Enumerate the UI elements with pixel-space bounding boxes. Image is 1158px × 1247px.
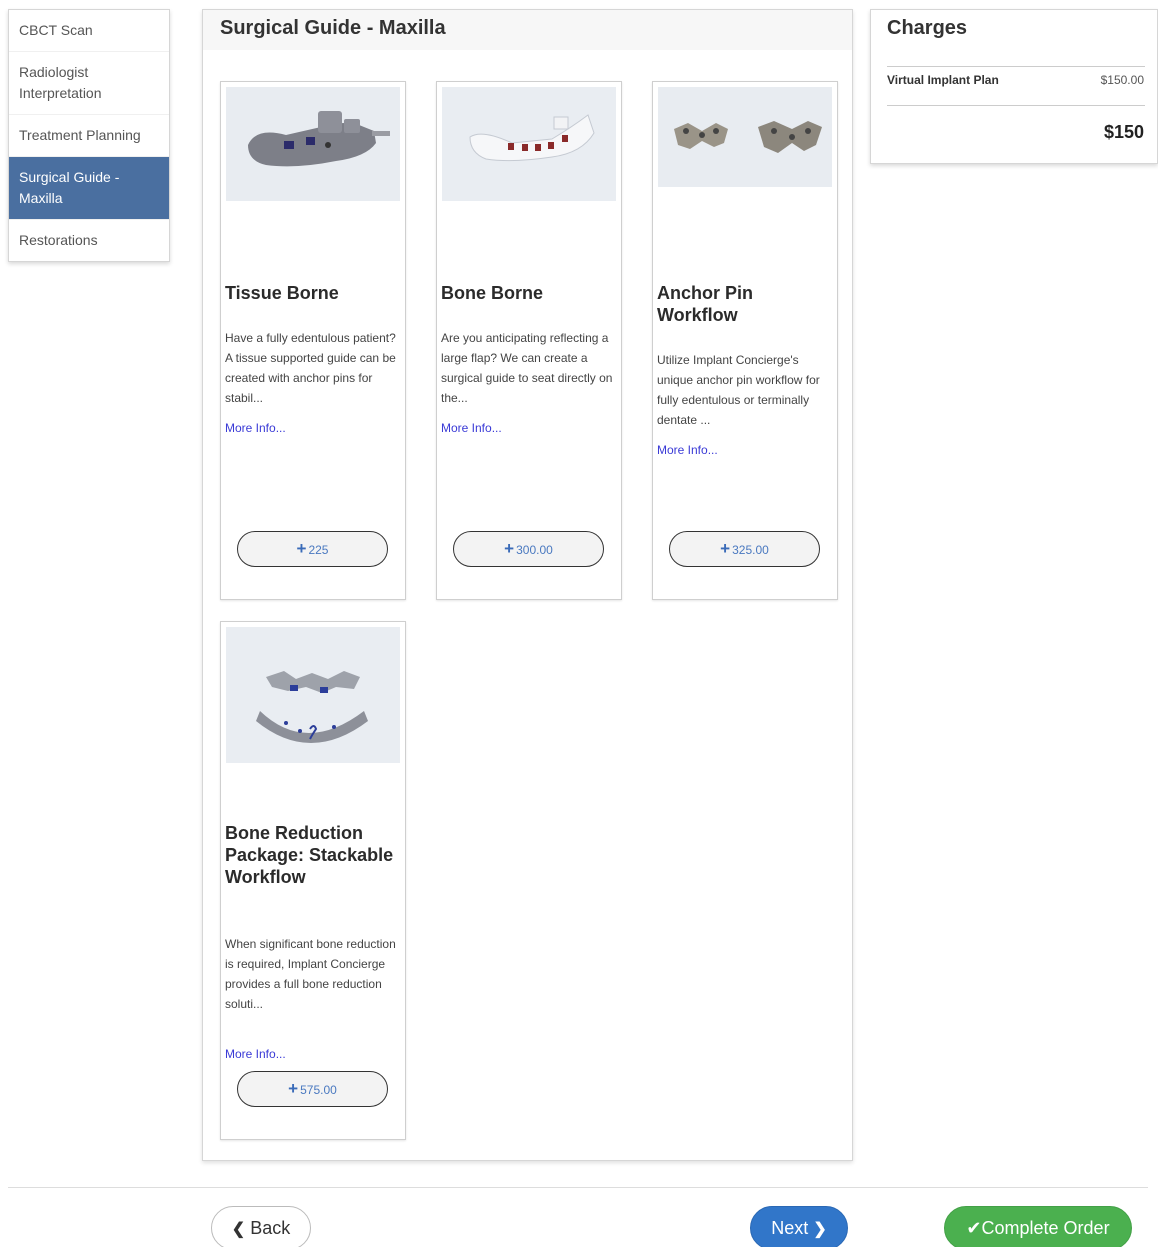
bone-reduction-guide-image: [226, 627, 400, 763]
divider: [887, 66, 1145, 67]
card-title: Bone Reduction Package: Stackable Workfl…: [225, 823, 394, 887]
tissue-borne-guide-image: [226, 87, 400, 201]
next-button[interactable]: Next ❯: [750, 1206, 848, 1247]
charges-panel: Charges Virtual Implant Plan $150.00 $15…: [870, 9, 1158, 164]
sidebar-item-surgical-guide-maxilla[interactable]: Surgical Guide - Maxilla: [9, 157, 169, 220]
add-tissue-borne-button[interactable]: +225: [237, 531, 388, 567]
price-label: 300.00: [516, 543, 553, 557]
card-title: Anchor Pin Workflow: [657, 283, 754, 325]
add-bone-reduction-package-button[interactable]: +575.00: [237, 1071, 388, 1107]
more-info-link[interactable]: More Info...: [225, 421, 286, 435]
price-label: 325.00: [732, 543, 769, 557]
plus-icon: +: [720, 539, 731, 558]
card-title: Bone Borne: [441, 283, 544, 303]
divider: [887, 105, 1145, 106]
sidebar-item-cbct-scan[interactable]: CBCT Scan: [9, 10, 169, 52]
product-card-tissue-borne: Tissue Borne Have a fully edentulous pat…: [220, 81, 406, 600]
plus-icon: +: [296, 539, 307, 558]
charge-item-amount: $150.00: [1100, 73, 1144, 87]
more-info-link[interactable]: More Info...: [225, 1047, 286, 1061]
chevron-right-icon: ❯: [813, 1221, 827, 1238]
sidebar-item-treatment-planning[interactable]: Treatment Planning: [9, 115, 169, 157]
price-label: 575.00: [300, 1083, 337, 1097]
card-description: Have a fully edentulous patient? A tissu…: [225, 331, 396, 405]
more-info-link[interactable]: More Info...: [657, 443, 718, 457]
sidebar-item-restorations[interactable]: Restorations: [9, 220, 169, 261]
next-label: Next: [771, 1218, 809, 1238]
check-icon: ✔: [966, 1218, 982, 1238]
plus-icon: +: [288, 1079, 299, 1098]
product-card-bone-reduction-package: Bone Reduction Package: Stackable Workfl…: [220, 621, 406, 1140]
add-bone-borne-button[interactable]: +300.00: [453, 531, 604, 567]
charges-total: $150: [1103, 122, 1144, 142]
card-description: Utilize Implant Concierge's unique ancho…: [657, 353, 820, 427]
product-card-bone-borne: Bone Borne Are you anticipating reflecti…: [436, 81, 622, 600]
add-anchor-pin-workflow-button[interactable]: +325.00: [669, 531, 820, 567]
chevron-left-icon: ❮: [231, 1221, 246, 1238]
anchor-pin-guide-image: [658, 87, 832, 187]
product-panel: Surgical Guide - Maxilla Tissue Borne Ha…: [202, 9, 853, 1161]
footer-divider: [8, 1187, 1148, 1188]
plus-icon: +: [504, 539, 515, 558]
card-title: Tissue Borne: [225, 283, 339, 303]
sidebar-item-radiologist-interpretation[interactable]: Radiologist Interpretation: [9, 52, 169, 115]
step-sidebar: CBCT Scan Radiologist Interpretation Tre…: [8, 9, 170, 262]
card-description: When significant bone reduction is requi…: [225, 937, 396, 1011]
charges-title: Charges: [887, 17, 968, 39]
bone-borne-guide-image: [442, 87, 616, 201]
back-button[interactable]: ❮ Back: [211, 1206, 311, 1247]
complete-order-label: Complete Order: [981, 1218, 1110, 1238]
more-info-link[interactable]: More Info...: [441, 421, 502, 435]
price-label: 225: [308, 543, 329, 557]
product-card-anchor-pin-workflow: Anchor Pin Workflow Utilize Implant Conc…: [652, 81, 838, 600]
card-description: Are you anticipating reflecting a large …: [441, 331, 613, 405]
charge-item-name: Virtual Implant Plan: [887, 73, 999, 87]
complete-order-button[interactable]: ✔Complete Order: [944, 1206, 1132, 1247]
back-label: Back: [250, 1218, 291, 1238]
page-title: Surgical Guide - Maxilla: [203, 10, 852, 50]
